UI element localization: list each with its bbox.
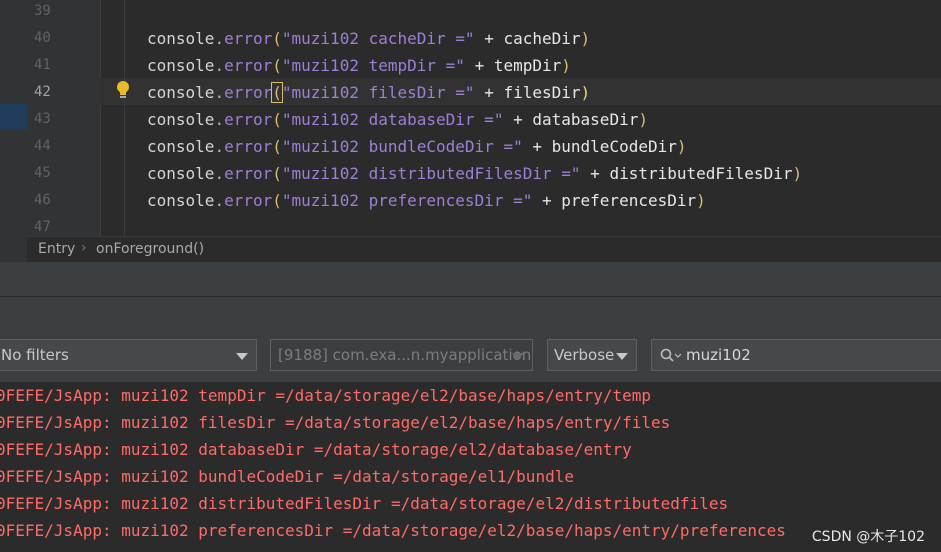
code-token-method: error — [224, 191, 273, 210]
left-tool-strip — [0, 0, 27, 262]
code-token-string: "muzi102 bundleCodeDir =" — [281, 137, 523, 156]
code-token-variable: tempDir — [493, 56, 562, 75]
code-line[interactable]: console.error("muzi102 databaseDir =" + … — [147, 110, 648, 129]
gutter-divider — [100, 0, 101, 236]
log-search-box[interactable] — [651, 339, 941, 371]
line-number: 41 — [34, 57, 51, 73]
code-token-variable: bundleCodeDir — [551, 137, 677, 156]
process-select[interactable]: [9188] com.exa...n.myapplication — [270, 339, 533, 371]
code-token-method: error — [224, 164, 273, 183]
code-token-operator: + — [474, 56, 485, 75]
code-token-object: console — [147, 137, 215, 156]
line-number: 40 — [34, 30, 51, 46]
process-select-value: [9188] com.exa...n.myapplication — [278, 346, 532, 364]
code-line[interactable]: console.error("muzi102 distributedFilesD… — [147, 164, 802, 183]
code-token-operator: + — [484, 29, 494, 48]
code-token-string: "muzi102 tempDir =" — [281, 56, 465, 75]
breadcrumb-item-entry[interactable]: Entry — [38, 241, 75, 257]
code-token-variable: preferencesDir — [561, 191, 697, 210]
log-filter-select[interactable]: No filters — [0, 339, 257, 371]
log-line: 0FEFE/JsApp: muzi102 preferencesDir =/da… — [0, 521, 786, 540]
code-token-operator: + — [484, 83, 494, 102]
code-token-variable: databaseDir — [532, 110, 639, 129]
code-token-method: error — [224, 110, 273, 129]
log-output[interactable]: 0FEFE/JsApp: muzi102 tempDir =/data/stor… — [0, 382, 941, 552]
code-token-method: error — [224, 29, 273, 48]
code-line[interactable]: console.error("muzi102 tempDir =" + temp… — [147, 56, 571, 75]
code-token-operator: + — [513, 110, 523, 129]
log-panel-header — [0, 296, 941, 331]
log-line: 0FEFE/JsApp: muzi102 filesDir =/data/sto… — [0, 413, 671, 432]
lightbulb-icon[interactable] — [116, 80, 130, 100]
search-input[interactable] — [686, 344, 926, 366]
log-level-value: Verbose — [554, 346, 615, 364]
line-number: 47 — [34, 219, 51, 235]
code-token-string: "muzi102 distributedFilesDir =" — [281, 164, 581, 183]
code-line[interactable]: console.error("muzi102 bundleCodeDir =" … — [147, 137, 687, 156]
code-token-method: error — [224, 56, 273, 75]
code-line[interactable]: console.error("muzi102 preferencesDir ="… — [147, 191, 706, 210]
log-line: 0FEFE/JsApp: muzi102 distributedFilesDir… — [0, 494, 729, 513]
code-editor[interactable]: 39 40 41 42 43 44 45 46 47 console.error… — [0, 0, 941, 236]
code-token-operator: + — [541, 191, 552, 210]
chevron-down-icon — [512, 353, 524, 360]
chevron-down-icon — [616, 353, 628, 360]
code-token-object: console — [147, 56, 215, 75]
code-line[interactable]: console.error("muzi102 cacheDir =" + cac… — [147, 29, 590, 48]
line-number-current: 42 — [34, 84, 51, 100]
chevron-down-icon — [236, 353, 248, 360]
code-token-string: "muzi102 preferencesDir =" — [281, 191, 533, 210]
code-token-variable: distributedFilesDir — [609, 164, 793, 183]
code-token-object: console — [147, 29, 215, 48]
log-line: 0FEFE/JsApp: muzi102 databaseDir =/data/… — [0, 440, 632, 459]
line-number: 46 — [34, 192, 51, 208]
line-number: 43 — [34, 111, 51, 127]
line-number: 39 — [34, 3, 51, 19]
log-level-select[interactable]: Verbose — [547, 339, 637, 371]
breadcrumb-item-onforeground[interactable]: onForeground() — [96, 241, 204, 257]
code-token-object: console — [147, 110, 215, 129]
code-token-operator: + — [532, 137, 542, 156]
breadcrumb: Entry › onForeground() — [27, 236, 941, 263]
code-token-string: "muzi102 filesDir =" — [281, 83, 475, 102]
code-line-current[interactable]: console.error("muzi102 filesDir =" + fil… — [147, 82, 590, 103]
code-token-method: error — [224, 137, 273, 156]
log-filter-value: No filters — [1, 346, 69, 364]
code-token-object: console — [147, 164, 215, 183]
code-token-variable: cacheDir — [503, 29, 581, 48]
line-number: 45 — [34, 165, 51, 181]
panel-splitter[interactable] — [0, 262, 941, 296]
code-token-string: "muzi102 cacheDir =" — [281, 29, 475, 48]
chevron-right-icon: › — [81, 240, 87, 256]
code-token-variable: filesDir — [503, 83, 581, 102]
code-token-object: console — [147, 83, 215, 102]
code-token-operator: + — [590, 164, 600, 183]
search-icon — [660, 348, 682, 362]
code-token-method: error — [224, 83, 273, 102]
log-line: 0FEFE/JsApp: muzi102 bundleCodeDir =/dat… — [0, 467, 574, 486]
indent-guide — [124, 0, 125, 236]
left-tool-strip-selection — [0, 104, 27, 130]
code-token-object: console — [147, 191, 215, 210]
log-line: 0FEFE/JsApp: muzi102 tempDir =/data/stor… — [0, 386, 652, 405]
code-token-string: "muzi102 databaseDir =" — [281, 110, 504, 129]
line-number: 44 — [34, 138, 51, 154]
watermark: CSDN @木子102 — [811, 529, 925, 545]
